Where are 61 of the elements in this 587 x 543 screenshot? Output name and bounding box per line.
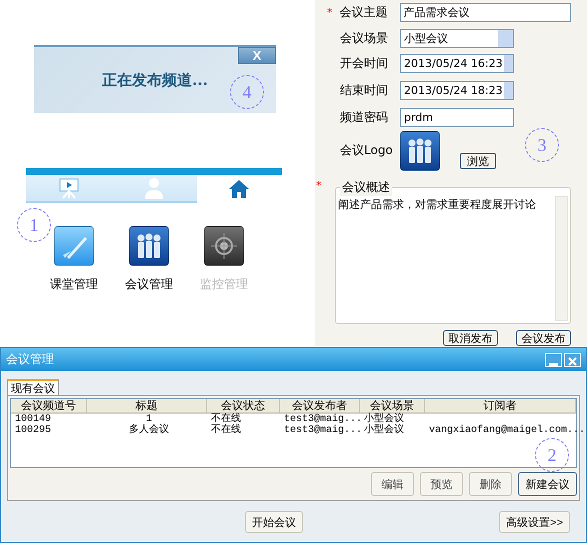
table-cell-text: 1 — [146, 414, 152, 425]
select-field[interactable]: 小型会议 — [400, 28, 514, 48]
close-button[interactable] — [564, 352, 581, 366]
minimize-icon — [549, 362, 558, 366]
home-icon — [229, 180, 250, 198]
field-label: 会议主题 — [340, 4, 388, 22]
time-field[interactable]: 2013/05/24 16:23 — [400, 54, 514, 73]
text-field[interactable]: 产品需求会议 — [400, 3, 571, 22]
app-label: 会议管理 — [125, 276, 173, 293]
required-label: * — [327, 6, 334, 20]
presentation-board-icon — [58, 177, 80, 199]
table-cell-text: 100295 — [14, 425, 52, 436]
table-cell-text: vangxiaofang@maigel.com... — [428, 425, 586, 436]
table-cell-text: 100149 — [14, 414, 52, 425]
close-icon — [568, 356, 577, 366]
callout-number: 3 — [525, 128, 559, 162]
callout-number: 1 — [17, 208, 51, 242]
action-button[interactable]: 新建会议 — [518, 472, 577, 496]
table-cell-text: 不在线 — [210, 425, 242, 436]
browse-button[interactable]: 浏览 — [460, 152, 496, 169]
tab[interactable]: 现有会议 — [7, 379, 59, 395]
app-label: 监控管理 — [200, 276, 248, 293]
field-label: 频道密码 — [340, 109, 388, 126]
column-header[interactable]: 会议场景 — [360, 399, 425, 413]
table-cell-text: 小型会议 — [363, 414, 405, 425]
advanced-settings-button[interactable]: 高级设置>> — [499, 511, 570, 533]
action-button[interactable]: 编辑 — [371, 472, 414, 496]
window-title: 会议管理 — [6, 351, 54, 368]
start-meeting-button[interactable]: 开始会议 — [245, 511, 304, 533]
column-header[interactable]: 标题 — [87, 399, 207, 413]
field-label: 开会时间 — [340, 54, 388, 72]
column-header[interactable]: 会议发布者 — [280, 399, 360, 413]
people-icon[interactable] — [129, 226, 169, 266]
callout-number: 2 — [535, 438, 569, 472]
column-header[interactable]: 会议频道号 — [11, 399, 87, 413]
table-cell-text: test3@maig... — [283, 425, 360, 436]
publishing-message: 正在发布频道... — [102, 70, 208, 90]
form-button[interactable]: 取消发布 — [443, 330, 498, 346]
action-button[interactable]: 删除 — [469, 472, 512, 496]
people-icon[interactable] — [400, 130, 440, 171]
pen-icon[interactable] — [54, 226, 94, 266]
summary-label: 会议概述 — [340, 178, 392, 196]
text-field[interactable]: prdm — [400, 108, 514, 128]
table-cell-text: 多人会议 — [128, 425, 170, 436]
scroll-bar[interactable] — [555, 196, 568, 321]
action-button[interactable]: 预览 — [420, 472, 463, 496]
field-label: 结束时间 — [340, 82, 388, 100]
table-cell-text: 不在线 — [210, 414, 242, 425]
column-header[interactable]: 会议状态 — [207, 399, 280, 413]
minimize-button[interactable] — [545, 352, 562, 366]
field-label: 会议场景 — [340, 30, 388, 47]
required-label: * — [316, 178, 322, 192]
form-button[interactable]: 会议发布 — [516, 330, 571, 346]
table-cell-text: 小型会议 — [363, 425, 405, 436]
app-label: 课堂管理 — [50, 276, 98, 293]
table-cell-text: test3@maig... — [283, 414, 360, 425]
crosshair-icon[interactable] — [204, 226, 244, 266]
time-field[interactable]: 2013/05/24 18:23 — [400, 81, 514, 100]
callout-number: 4 — [230, 75, 264, 109]
column-header[interactable]: 订阅者 — [425, 399, 576, 413]
person-icon — [144, 177, 164, 199]
